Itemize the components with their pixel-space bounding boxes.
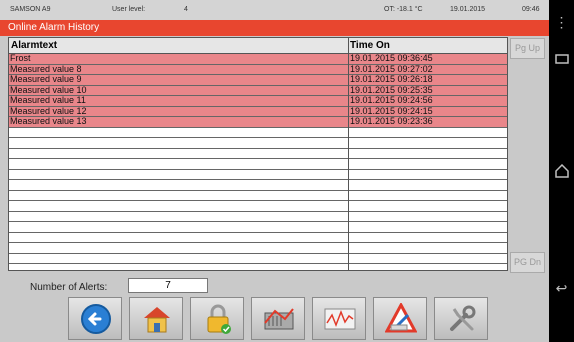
lock-icon	[207, 304, 231, 334]
table-header: Alarmtext Time On	[9, 38, 507, 54]
alarm-text: Measured value 12	[10, 106, 87, 116]
page-title: Online Alarm History	[0, 20, 549, 36]
android-home-button[interactable]	[553, 163, 570, 181]
alarm-time: 19.01.2015 09:24:15	[350, 106, 433, 116]
hmi-screen: SAMSON A9 User level: 4 OT: -18.1 °C 19.…	[0, 0, 549, 342]
android-nav-bar: ⋮ ↩	[549, 0, 574, 342]
alarm-text: Measured value 8	[10, 64, 82, 74]
table-row[interactable]: Measured value 10 19.01.2015 09:25:35	[9, 85, 507, 96]
recent-apps-button[interactable]	[553, 52, 570, 69]
settings-button[interactable]	[434, 297, 488, 340]
alarm-time: 19.01.2015 09:25:35	[350, 85, 433, 95]
user-level-value: 4	[184, 6, 188, 13]
alerts-count: 7	[128, 278, 208, 293]
alarm-text: Measured value 13	[10, 117, 87, 126]
home-icon	[554, 163, 569, 178]
back-button[interactable]	[68, 297, 122, 340]
user-level-label: User level:	[112, 6, 146, 13]
outdoor-temperature: OT: -18.1 °C	[384, 6, 423, 13]
table-row-empty[interactable]	[9, 128, 507, 138]
table-row[interactable]: Measured value 12 19.01.2015 09:24:15	[9, 106, 507, 117]
alarm-text: Measured value 10	[10, 85, 87, 95]
column-divider	[348, 38, 349, 270]
alarm-icon	[385, 303, 417, 333]
trend-button[interactable]	[312, 297, 366, 340]
status-bar: SAMSON A9 User level: 4 OT: -18.1 °C 19.…	[0, 0, 549, 20]
tools-icon	[450, 305, 476, 331]
recent-apps-icon	[554, 54, 569, 64]
alarm-text: Frost	[10, 54, 31, 63]
alarm-time: 19.01.2015 09:24:56	[350, 96, 433, 105]
table-body: Frost 19.01.2015 09:36:45 Measured value 8…	[9, 54, 507, 270]
alarm-button[interactable]	[373, 297, 427, 340]
table-row-empty[interactable]	[9, 180, 507, 191]
alarm-time: 19.01.2015 09:23:36	[350, 117, 433, 126]
home-icon	[144, 307, 170, 333]
status-date: 19.01.2015	[450, 6, 486, 13]
login-button[interactable]	[190, 297, 244, 340]
alarm-time: 19.01.2015 09:27:02	[350, 64, 433, 74]
alerts-label: Number of Alerts:	[30, 282, 108, 293]
back-icon	[81, 304, 111, 334]
device-name: SAMSON A9	[10, 6, 51, 13]
menu-icon: ⋮	[554, 14, 569, 30]
table-row[interactable]: Measured value 11 19.01.2015 09:24:56	[9, 96, 507, 107]
table-row-empty[interactable]	[9, 170, 507, 180]
table-row-empty[interactable]	[9, 201, 507, 212]
table-row[interactable]: Frost 19.01.2015 09:36:45	[9, 54, 507, 65]
page-down-button[interactable]: PG Dn	[510, 252, 545, 273]
table-row-empty[interactable]	[9, 212, 507, 222]
status-time: 09:46	[522, 6, 540, 13]
table-row-empty[interactable]	[9, 243, 507, 254]
back-icon: ↩	[555, 280, 568, 296]
home-button[interactable]	[129, 297, 183, 340]
table-row-empty[interactable]	[9, 254, 507, 264]
menu-button[interactable]: ⋮	[553, 14, 570, 31]
heating-circuit-icon	[264, 308, 294, 330]
alarm-text: Measured value 9	[10, 75, 82, 84]
table-row-empty[interactable]	[9, 191, 507, 201]
table-row-empty[interactable]	[9, 159, 507, 170]
table-row-empty[interactable]	[9, 138, 507, 149]
table-row-empty[interactable]	[9, 233, 507, 243]
alarm-time: 19.01.2015 09:26:18	[350, 75, 433, 84]
page-up-button[interactable]: Pg Up	[510, 38, 545, 59]
bottom-toolbar	[68, 297, 498, 342]
android-back-button[interactable]: ↩	[553, 280, 570, 297]
table-row-empty[interactable]	[9, 222, 507, 233]
table-row[interactable]: Measured value 9 19.01.2015 09:26:18	[9, 75, 507, 86]
table-row[interactable]: Measured value 13 19.01.2015 09:23:36	[9, 117, 507, 128]
table-row[interactable]: Measured value 8 19.01.2015 09:27:02	[9, 64, 507, 75]
heating-circuit-button[interactable]	[251, 297, 305, 340]
trend-icon	[324, 308, 356, 330]
column-header-alarmtext: Alarmtext	[11, 40, 58, 51]
table-row-empty[interactable]	[9, 264, 507, 270]
alarm-time: 19.01.2015 09:36:45	[350, 54, 433, 63]
alarm-text: Measured value 11	[10, 96, 86, 105]
alarm-table: Alarmtext Time On Frost 19.01.2015 09:36:…	[8, 37, 508, 271]
table-row-empty[interactable]	[9, 149, 507, 159]
column-header-time-on: Time On	[350, 40, 390, 51]
